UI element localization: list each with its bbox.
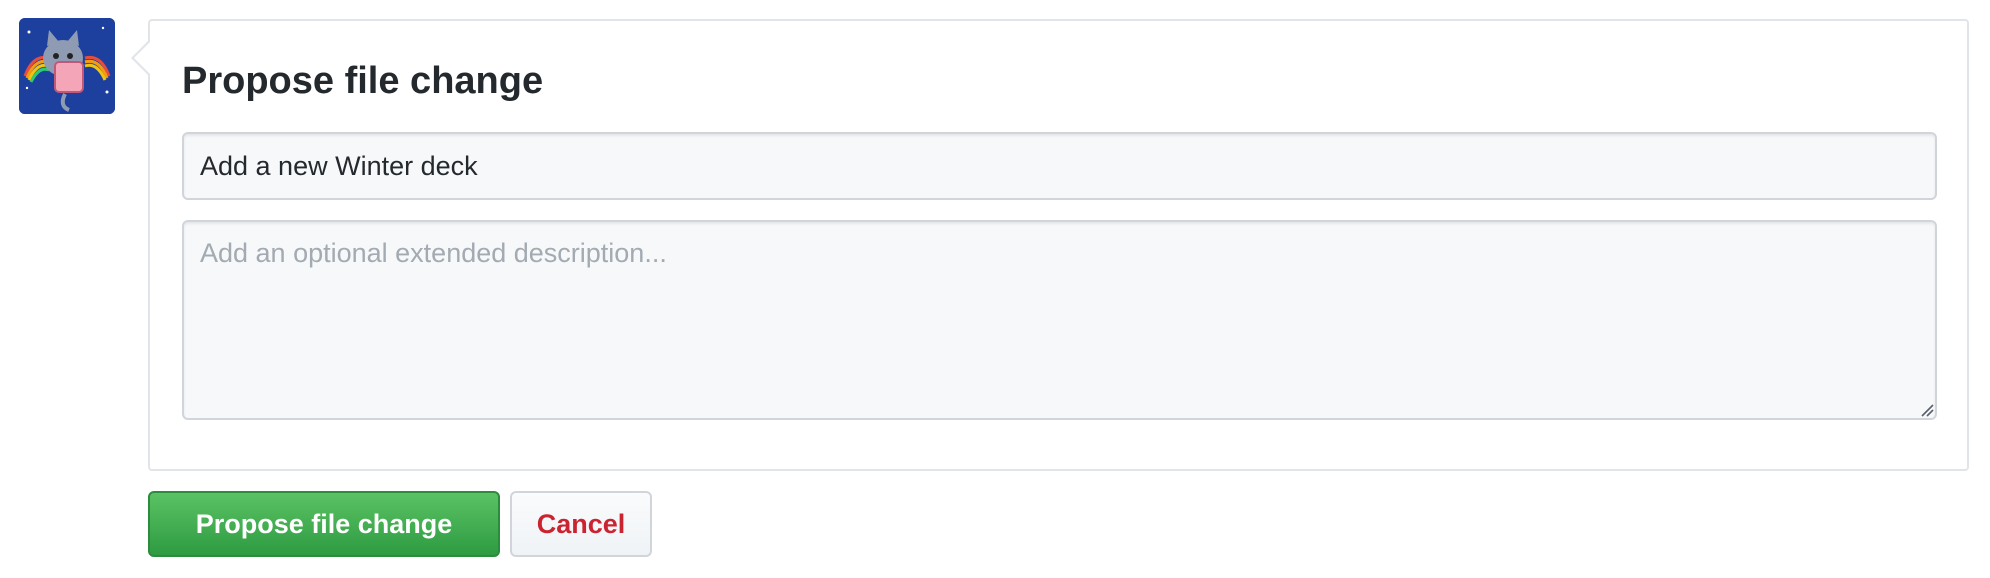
resize-handle-icon[interactable] — [1920, 403, 1934, 417]
page-title: Propose file change — [182, 60, 544, 102]
commit-description-textarea[interactable] — [182, 220, 1937, 420]
user-avatar[interactable] — [19, 18, 115, 114]
propose-file-change-button[interactable]: Propose file change — [148, 491, 500, 557]
cancel-button[interactable]: Cancel — [510, 491, 652, 557]
panel-caret-fill — [134, 42, 150, 74]
commit-summary-input[interactable] — [182, 132, 1937, 200]
nyan-cat-avatar-icon — [19, 18, 115, 114]
propose-file-change-label: Propose file change — [195, 508, 453, 539]
propose-change-panel: Propose file change — [148, 19, 1969, 471]
cancel-label: Cancel — [536, 508, 626, 539]
